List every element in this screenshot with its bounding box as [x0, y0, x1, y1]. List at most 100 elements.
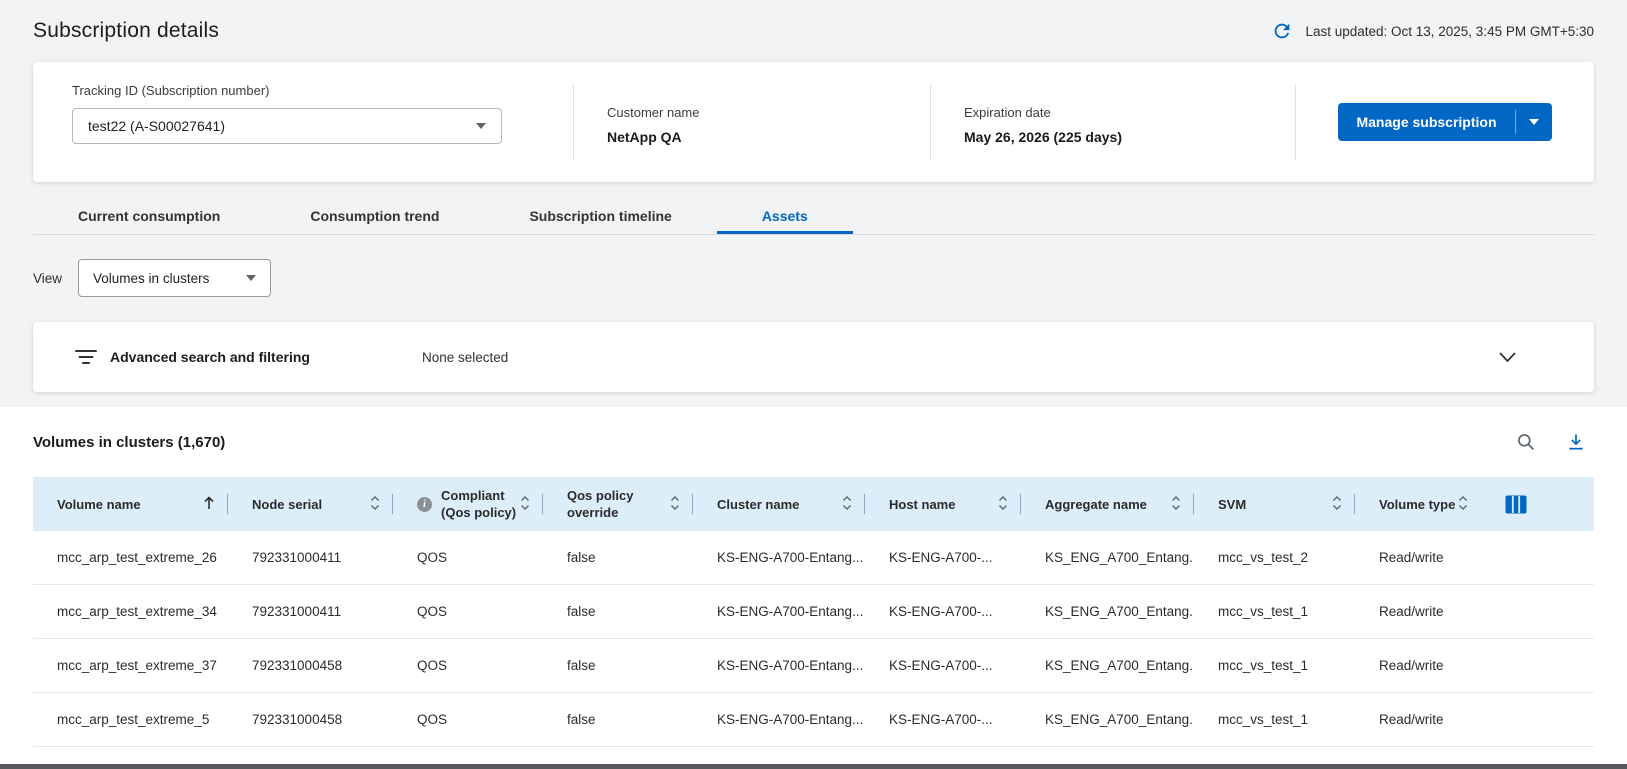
refresh-icon[interactable] — [1271, 20, 1293, 42]
sort-icon[interactable] — [1332, 496, 1342, 513]
advanced-search-panel[interactable]: Advanced search and filtering None selec… — [33, 322, 1594, 392]
table-body: mcc_arp_test_extreme_26 792331000411 QOS… — [33, 531, 1594, 747]
horizontal-scrollbar[interactable] — [0, 764, 1627, 769]
advanced-search-status: None selected — [422, 350, 508, 365]
column-header-node-serial[interactable]: Node serial — [228, 477, 393, 531]
page-title: Subscription details — [33, 19, 219, 43]
cell-qos-policy-override: false — [543, 693, 693, 746]
assets-table: Volume name Node serial i Compliant (Qo — [33, 477, 1594, 747]
cell-aggregate-name: KS_ENG_A700_Entang... — [1021, 585, 1194, 638]
sort-icon[interactable] — [1171, 496, 1181, 513]
search-icon[interactable] — [1516, 432, 1536, 452]
info-icon[interactable]: i — [417, 497, 432, 512]
cell-volume-name: mcc_arp_test_extreme_37 — [33, 639, 228, 692]
sort-icon[interactable] — [520, 496, 530, 513]
cell-volume-type: Read/write — [1355, 693, 1481, 746]
sort-icon[interactable] — [998, 496, 1008, 513]
expiration-section: Expiration date May 26, 2026 (225 days) — [931, 62, 1295, 182]
cell-qos-policy-override: false — [543, 639, 693, 692]
cell-node-serial: 792331000411 — [228, 585, 393, 638]
tab-subscription-timeline[interactable]: Subscription timeline — [484, 201, 716, 234]
column-header-compliant-qos-policy[interactable]: i Compliant (Qos policy) — [393, 477, 543, 531]
tabs-wrap: Current consumption Consumption trend Su… — [0, 201, 1627, 235]
tracking-id-label: Tracking ID (Subscription number) — [72, 83, 573, 98]
cell-host-name: KS-ENG-A700-... — [865, 639, 1021, 692]
cell-aggregate-name: KS_ENG_A700_Entang... — [1021, 639, 1194, 692]
column-header-cluster-name[interactable]: Cluster name — [693, 477, 865, 531]
table-actions — [1516, 432, 1586, 452]
table-title: Volumes in clusters (1,670) — [33, 434, 225, 451]
advanced-search-wrap: Advanced search and filtering None selec… — [0, 322, 1627, 392]
cell-qos-policy-override: false — [543, 585, 693, 638]
sort-ascending-icon[interactable] — [203, 496, 215, 513]
tracking-section: Tracking ID (Subscription number) test22… — [33, 62, 573, 182]
cell-volume-name: mcc_arp_test_extreme_5 — [33, 693, 228, 746]
cell-node-serial: 792331000458 — [228, 639, 393, 692]
filter-icon — [75, 349, 97, 365]
view-select[interactable]: Volumes in clusters — [78, 259, 271, 297]
column-header-aggregate-name[interactable]: Aggregate name — [1021, 477, 1194, 531]
column-header-host-name[interactable]: Host name — [865, 477, 1021, 531]
column-picker-icon[interactable] — [1505, 495, 1527, 514]
tab-assets[interactable]: Assets — [717, 201, 853, 234]
table-row[interactable]: mcc_arp_test_extreme_37 792331000458 QOS… — [33, 639, 1594, 693]
sort-icon[interactable] — [1458, 496, 1468, 513]
tracking-id-select[interactable]: test22 (A-S00027641) — [72, 108, 502, 144]
cell-node-serial: 792331000411 — [228, 531, 393, 584]
view-selector-row: View Volumes in clusters — [0, 259, 1627, 297]
customer-section: Customer name NetApp QA — [574, 62, 930, 182]
expand-chevron-icon[interactable] — [1499, 352, 1516, 362]
cell-aggregate-name: KS_ENG_A700_Entang... — [1021, 531, 1194, 584]
cell-volume-name: mcc_arp_test_extreme_34 — [33, 585, 228, 638]
column-header-settings — [1481, 477, 1594, 531]
tab-current-consumption[interactable]: Current consumption — [33, 201, 265, 234]
cell-compliant-qos-policy: QOS — [393, 531, 543, 584]
tracking-id-value: test22 (A-S00027641) — [88, 118, 225, 134]
cell-compliant-qos-policy: QOS — [393, 693, 543, 746]
expiration-date-label: Expiration date — [964, 105, 1295, 120]
download-icon[interactable] — [1566, 432, 1586, 452]
page-header: Subscription details Last updated: Oct 1… — [0, 0, 1627, 62]
cell-volume-type: Read/write — [1355, 531, 1481, 584]
column-header-volume-name[interactable]: Volume name — [33, 477, 228, 531]
table-row[interactable]: mcc_arp_test_extreme_34 792331000411 QOS… — [33, 585, 1594, 639]
tab-bar: Current consumption Consumption trend Su… — [33, 201, 1594, 235]
cell-cluster-name: KS-ENG-A700-Entang... — [693, 639, 865, 692]
tab-consumption-trend[interactable]: Consumption trend — [265, 201, 484, 234]
cell-host-name: KS-ENG-A700-... — [865, 693, 1021, 746]
cell-cluster-name: KS-ENG-A700-Entang... — [693, 585, 865, 638]
sort-icon[interactable] — [370, 496, 380, 513]
cell-svm: mcc_vs_test_2 — [1194, 531, 1355, 584]
manage-subscription-label: Manage subscription — [1338, 114, 1514, 130]
last-updated-text: Last updated: Oct 13, 2025, 3:45 PM GMT+… — [1305, 24, 1594, 39]
sort-icon[interactable] — [670, 496, 680, 513]
assets-table-section: Volumes in clusters (1,670) Volume name — [0, 407, 1627, 767]
cell-svm: mcc_vs_test_1 — [1194, 693, 1355, 746]
table-title-row: Volumes in clusters (1,670) — [33, 407, 1594, 477]
cell-host-name: KS-ENG-A700-... — [865, 585, 1021, 638]
cell-cluster-name: KS-ENG-A700-Entang... — [693, 693, 865, 746]
subscription-card-wrap: Tracking ID (Subscription number) test22… — [0, 62, 1627, 182]
manage-subscription-button[interactable]: Manage subscription — [1338, 103, 1551, 141]
column-header-svm[interactable]: SVM — [1194, 477, 1355, 531]
table-row[interactable]: mcc_arp_test_extreme_5 792331000458 QOS … — [33, 693, 1594, 747]
cell-spacer — [1481, 639, 1594, 692]
column-header-volume-type[interactable]: Volume type — [1355, 477, 1481, 531]
advanced-search-title: Advanced search and filtering — [110, 349, 422, 365]
last-updated: Last updated: Oct 13, 2025, 3:45 PM GMT+… — [1271, 20, 1594, 42]
cell-volume-name: mcc_arp_test_extreme_26 — [33, 531, 228, 584]
cell-qos-policy-override: false — [543, 531, 693, 584]
table-row[interactable]: mcc_arp_test_extreme_26 792331000411 QOS… — [33, 531, 1594, 585]
customer-name-label: Customer name — [607, 105, 930, 120]
cell-spacer — [1481, 693, 1594, 746]
cell-cluster-name: KS-ENG-A700-Entang... — [693, 531, 865, 584]
view-select-value: Volumes in clusters — [93, 271, 209, 286]
column-header-qos-policy-override[interactable]: Qos policy override — [543, 477, 693, 531]
expiration-date-value: May 26, 2026 (225 days) — [964, 129, 1295, 145]
sort-icon[interactable] — [842, 496, 852, 513]
caret-down-icon[interactable] — [1516, 119, 1552, 125]
cell-compliant-qos-policy: QOS — [393, 639, 543, 692]
chevron-down-icon — [476, 123, 486, 129]
chevron-down-icon — [246, 275, 256, 281]
actions-section: Manage subscription — [1296, 62, 1594, 182]
